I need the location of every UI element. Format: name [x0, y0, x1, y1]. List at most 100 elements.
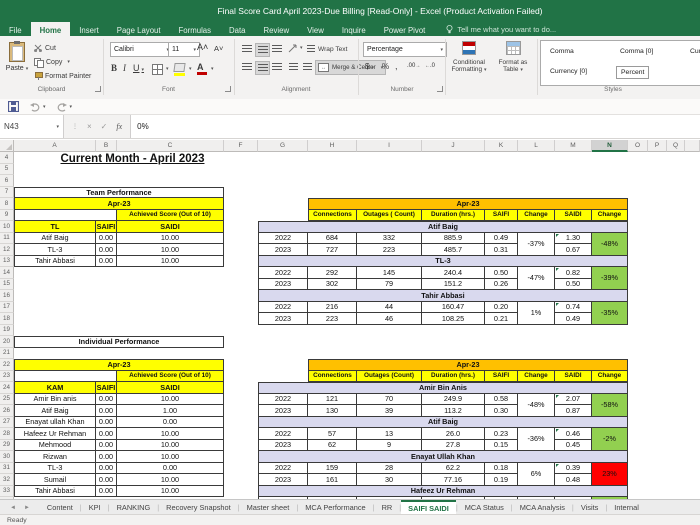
outages-cell[interactable]: 39	[357, 405, 422, 417]
row-header-28[interactable]: 28	[0, 428, 14, 440]
formula-input[interactable]: 0%	[131, 115, 700, 138]
sheet-tab-visits[interactable]: Visits	[574, 500, 606, 515]
saifi-cell[interactable]: 0.31	[485, 244, 518, 256]
column-header-N[interactable]: N	[592, 140, 628, 152]
sheet-tab-ranking[interactable]: RANKING	[110, 500, 158, 515]
saidi-change-cell[interactable]: -58%	[592, 393, 628, 417]
outages-cell[interactable]: 9	[357, 439, 422, 451]
duration-cell[interactable]: 240.4	[422, 267, 485, 279]
row-header-9[interactable]: 9	[0, 209, 14, 221]
row-header-24[interactable]: 24	[0, 382, 14, 394]
row-header-31[interactable]: 31	[0, 462, 14, 474]
paste-button[interactable]: Paste ▾	[4, 41, 30, 83]
column-header-H[interactable]: H	[308, 140, 357, 152]
empty-cell[interactable]	[14, 209, 117, 221]
row-header-10[interactable]: 10	[0, 221, 14, 233]
section-name[interactable]: Tahir Abbasi	[258, 290, 628, 302]
data-cell[interactable]: 10.00	[117, 255, 224, 267]
saifi-cell[interactable]: 0.49	[485, 232, 518, 244]
fill-color-dropdown[interactable]: ▾	[189, 66, 192, 72]
duration-cell[interactable]: 151.2	[422, 278, 485, 290]
font-size-select[interactable]: 11 ▾	[168, 42, 200, 57]
saidi-change-cell[interactable]: -39%	[592, 267, 628, 290]
connections-cell[interactable]: 302	[308, 278, 357, 290]
data-cell[interactable]: 10.00	[117, 232, 224, 244]
saifi-change-cell[interactable]: 6%	[518, 462, 555, 486]
row-header-7[interactable]: 7	[0, 186, 14, 198]
column-header-L[interactable]: L	[518, 140, 555, 152]
data-cell[interactable]: 0.00	[96, 428, 117, 440]
sheet-tab-rr[interactable]: RR	[375, 500, 400, 515]
column-header-O[interactable]: O	[628, 140, 648, 152]
detail-column-title[interactable]: Outages ( Count)	[357, 209, 422, 221]
data-cell[interactable]: 10.00	[117, 428, 224, 440]
prev-sheet-arrow[interactable]: ◄	[10, 505, 16, 511]
row-header-16[interactable]: 16	[0, 290, 14, 302]
row-header-32[interactable]: 32	[0, 474, 14, 486]
row-header-21[interactable]: 21	[0, 347, 14, 359]
ribbon-tab-data[interactable]: Data	[220, 22, 254, 36]
data-cell[interactable]: Rizwan	[14, 451, 96, 463]
data-cell[interactable]: 10.00	[117, 439, 224, 451]
row-header-17[interactable]: 17	[0, 301, 14, 313]
data-cell[interactable]: 0.00	[96, 244, 117, 256]
data-cell[interactable]: 0.00	[96, 232, 117, 244]
redo-button[interactable]: ▾	[56, 102, 72, 112]
style-item-percent[interactable]: Percent	[616, 66, 650, 79]
detail-column-title[interactable]: Connections	[308, 370, 357, 382]
saifi-change-cell[interactable]: -36%	[518, 428, 555, 451]
saifi-change-cell[interactable]: -37%	[518, 232, 555, 256]
style-item-comma-0-[interactable]: Comma [0]	[616, 46, 657, 57]
ribbon-tab-page-layout[interactable]: Page Layout	[108, 22, 170, 36]
section-name[interactable]: TL-3	[258, 255, 628, 267]
sheet-tab-mca-analysis[interactable]: MCA Analysis	[513, 500, 572, 515]
saifi-cell[interactable]: 0.18	[485, 462, 518, 474]
year-cell[interactable]: 2022	[258, 428, 308, 440]
saidi-cell[interactable]: 0.74	[555, 301, 592, 313]
year-cell[interactable]: 2023	[258, 244, 308, 256]
duration-cell[interactable]: 160.47	[422, 301, 485, 313]
copy-button[interactable]: Copy ▾	[32, 55, 93, 69]
sheet-tab-master-sheet[interactable]: Master sheet	[240, 500, 297, 515]
name-box[interactable]: N43 ▾	[0, 115, 64, 138]
row-header-20[interactable]: 20	[0, 336, 14, 348]
undo-button[interactable]: ▾	[29, 102, 46, 112]
column-header-M[interactable]: M	[555, 140, 592, 152]
duration-cell[interactable]: 249.9	[422, 393, 485, 405]
period-header[interactable]: Apr-23	[14, 198, 224, 210]
empty-cell[interactable]	[14, 370, 117, 382]
connections-cell[interactable]: 130	[308, 405, 357, 417]
data-cell[interactable]: 10.00	[117, 393, 224, 405]
column-header-J[interactable]: J	[422, 140, 485, 152]
section-name[interactable]: Hafeez Ur Rehman	[258, 485, 628, 497]
ribbon-tab-review[interactable]: Review	[255, 22, 299, 36]
data-cell[interactable]: Mehmood	[14, 439, 96, 451]
saifi-cell[interactable]: 0.58	[485, 393, 518, 405]
style-item-comma[interactable]: Comma	[546, 46, 578, 57]
saifi-cell[interactable]: 0.23	[485, 428, 518, 440]
year-cell[interactable]: 2022	[258, 301, 308, 313]
font-name-select[interactable]: Calibri▾	[110, 42, 173, 57]
name-box-splitter[interactable]: ⋮	[72, 123, 78, 130]
summary-table-header[interactable]: Team Performance	[14, 186, 224, 198]
column-title[interactable]: TL	[14, 221, 96, 233]
percent-style-button[interactable]: %	[382, 62, 389, 71]
outages-cell[interactable]: 70	[357, 393, 422, 405]
row-header-12[interactable]: 12	[0, 244, 14, 256]
duration-cell[interactable]: 885.9	[422, 232, 485, 244]
column-header-Q[interactable]: Q	[667, 140, 685, 152]
outages-cell[interactable]: 46	[357, 313, 422, 325]
saidi-cell[interactable]: 1.30	[555, 232, 592, 244]
period-header[interactable]: Apr-23	[14, 359, 224, 371]
borders-button[interactable]	[152, 64, 163, 75]
data-cell[interactable]: Atif Baig	[14, 232, 96, 244]
ribbon-tab-inquire[interactable]: Inquire	[333, 22, 375, 36]
ribbon-tab-formulas[interactable]: Formulas	[170, 22, 221, 36]
sheet-tab-kpi[interactable]: KPI	[82, 500, 108, 515]
section-name[interactable]: Atif Baig	[258, 416, 628, 428]
row-header-29[interactable]: 29	[0, 439, 14, 451]
duration-cell[interactable]: 27.8	[422, 439, 485, 451]
column-title[interactable]: SAIDI	[117, 382, 224, 394]
data-cell[interactable]: 0.00	[96, 485, 117, 497]
row-header-14[interactable]: 14	[0, 267, 14, 279]
